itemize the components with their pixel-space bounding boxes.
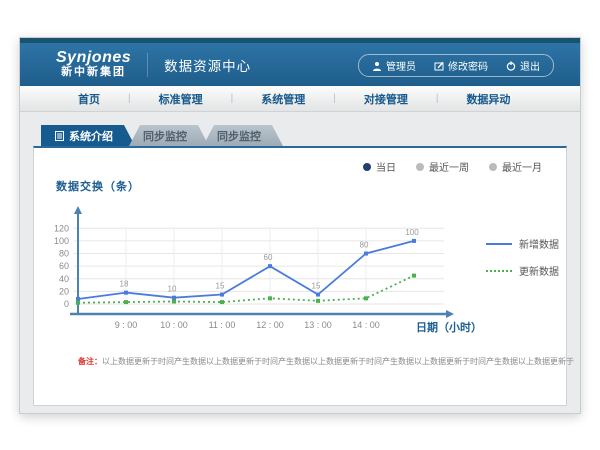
footnote-label: 备注： (78, 357, 102, 366)
svg-text:13 : 00: 13 : 00 (304, 320, 332, 330)
footnote: 备注：以上数据更新于时间产生数据以上数据更新于时间产生数据以上数据更新于时间产生… (78, 356, 578, 367)
chart-area: 0 20 40 60 80 100 120 9 : 00 10 : 00 11 : 00 12 : … (34, 194, 566, 349)
legend-item-0: 新增数据 (486, 236, 559, 251)
tab-2[interactable]: 同步监控 (203, 125, 283, 146)
power-icon (506, 61, 516, 71)
tab-label: 系统介绍 (69, 128, 113, 144)
user-menu[interactable]: 管理员 (363, 58, 425, 73)
svg-text:15: 15 (216, 282, 225, 291)
legend-swatch (486, 270, 512, 272)
filter-label: 当日 (376, 159, 396, 174)
page-title: 数据资源中心 (147, 53, 251, 77)
tab-1[interactable]: 同步监控 (129, 125, 209, 146)
svg-text:12 : 00: 12 : 00 (256, 320, 284, 330)
svg-text:100: 100 (54, 236, 69, 246)
tab-0[interactable]: 系统介绍 (41, 125, 135, 146)
main-nav: 首页|标准管理|系统管理|对接管理|数据异动 (20, 86, 580, 112)
legend-label: 新增数据 (519, 236, 559, 251)
range-filters: 当日 最近一周 最近一月 (363, 159, 542, 174)
filter-radio-1[interactable]: 最近一周 (416, 159, 469, 174)
nav-item-4[interactable]: 数据异动 (438, 91, 538, 107)
svg-text:15: 15 (312, 282, 321, 291)
svg-text:18: 18 (120, 280, 129, 289)
logo-subtitle: 新中新集团 (56, 67, 131, 79)
logout-label: 退出 (520, 58, 540, 73)
svg-text:120: 120 (54, 223, 69, 233)
logout-button[interactable]: 退出 (497, 58, 549, 73)
user-toolbar: 管理员 修改密码 退出 (358, 54, 554, 77)
tab-bar: 系统介绍 同步监控 同步监控 (41, 125, 567, 146)
svg-text:14 : 00: 14 : 00 (352, 320, 380, 330)
chart-svg: 0 20 40 60 80 100 120 9 : 00 10 : 00 11 : 00 12 : … (44, 194, 484, 344)
header: Synjones 新中新集团 数据资源中心 管理员 修改密码 退出 (20, 43, 580, 86)
footnote-text: 以上数据更新于时间产生数据以上数据更新于时间产生数据以上数据更新于时间产生数据以… (102, 357, 574, 366)
logo: Synjones 新中新集团 (56, 50, 131, 78)
legend-item-1: 更新数据 (486, 263, 559, 278)
svg-text:80: 80 (360, 241, 369, 250)
svg-text:10: 10 (168, 285, 177, 294)
line-chart: 0 20 40 60 80 100 120 9 : 00 10 : 00 11 : 00 12 : … (44, 194, 484, 349)
filter-label: 最近一周 (429, 159, 469, 174)
chart-legend: 新增数据更新数据 (486, 236, 559, 278)
svg-text:0: 0 (64, 299, 69, 309)
nav-item-0[interactable]: 首页 (50, 91, 128, 107)
nav-item-1[interactable]: 标准管理 (131, 91, 231, 107)
svg-text:20: 20 (59, 286, 69, 296)
filter-radio-0[interactable]: 当日 (363, 159, 396, 174)
tab-label: 同步监控 (217, 128, 261, 144)
page-body: 系统介绍 同步监控 同步监控 当日 最近一周 最近一月 数据交换（条） 0 20 40 60 8… (20, 112, 580, 406)
change-password-label: 修改密码 (448, 58, 488, 73)
logo-title: Synjones (56, 50, 131, 67)
svg-text:11 : 00: 11 : 00 (209, 320, 236, 330)
content-card: 当日 最近一周 最近一月 数据交换（条） 0 20 40 60 80 100 120 9 : 00… (33, 146, 567, 406)
nav-item-2[interactable]: 系统管理 (233, 91, 333, 107)
svg-text:日期（小时）: 日期（小时） (416, 320, 482, 334)
user-icon (372, 61, 382, 71)
app-window: Synjones 新中新集团 数据资源中心 管理员 修改密码 退出 首页|标准管… (19, 37, 581, 414)
svg-text:60: 60 (264, 253, 273, 262)
svg-text:10 : 00: 10 : 00 (160, 320, 188, 330)
tab-label: 同步监控 (143, 128, 187, 144)
svg-text:40: 40 (59, 274, 69, 284)
radio-icon (363, 163, 371, 171)
filter-radio-2[interactable]: 最近一月 (489, 159, 542, 174)
filter-label: 最近一月 (502, 159, 542, 174)
svg-text:80: 80 (59, 249, 69, 259)
document-icon (55, 131, 64, 141)
svg-text:100: 100 (405, 228, 419, 237)
legend-label: 更新数据 (519, 263, 559, 278)
radio-icon (416, 163, 424, 171)
radio-icon (489, 163, 497, 171)
change-password-button[interactable]: 修改密码 (425, 58, 497, 73)
user-label: 管理员 (386, 58, 416, 73)
legend-swatch (486, 243, 512, 245)
edit-icon (434, 61, 444, 71)
svg-text:9 : 00: 9 : 00 (115, 320, 138, 330)
y-axis-title: 数据交换（条） (56, 178, 566, 194)
svg-text:60: 60 (59, 261, 69, 271)
nav-item-3[interactable]: 对接管理 (336, 91, 436, 107)
